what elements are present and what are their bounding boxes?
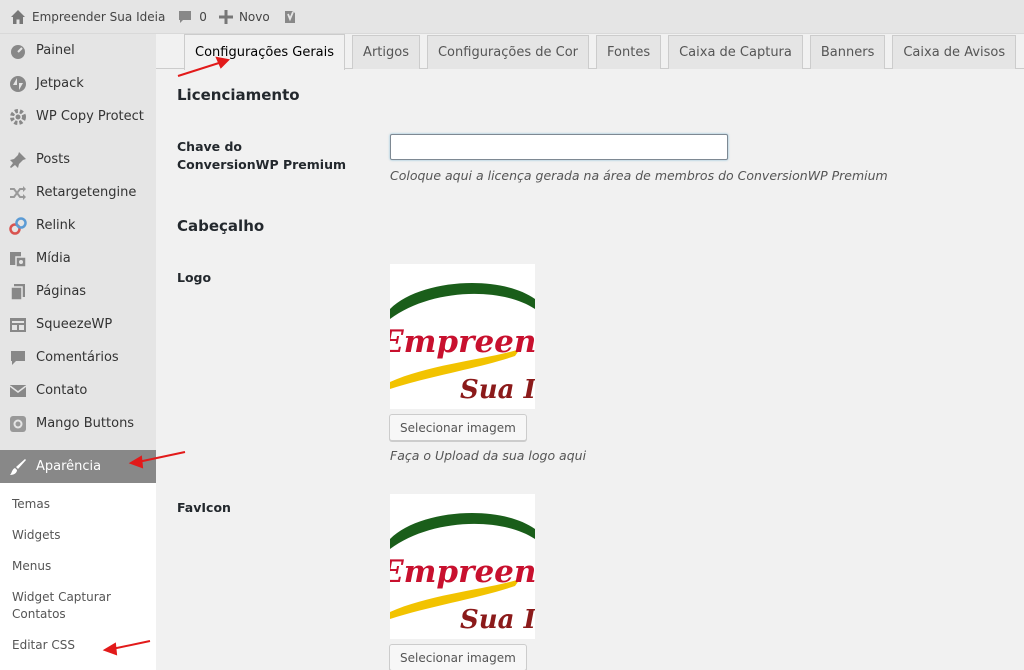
admin-bar-yoast[interactable] bbox=[276, 0, 310, 34]
menu-label: Mango Buttons bbox=[36, 416, 135, 431]
logo-preview: Empreender Sua Ideia bbox=[390, 264, 535, 409]
logo-text-secondary: Sua Ideia bbox=[460, 375, 535, 405]
gear-icon bbox=[8, 107, 28, 127]
menu-label: SqueezeWP bbox=[36, 317, 113, 332]
admin-bar: Empreender Sua Ideia 0 Novo bbox=[0, 0, 1024, 34]
select-logo-button[interactable]: Selecionar imagem bbox=[389, 414, 527, 441]
submenu-editar-css[interactable]: Editar CSS bbox=[0, 630, 156, 661]
menu-item-retargetengine[interactable]: Retargetengine bbox=[0, 176, 156, 209]
menu-label: Comentários bbox=[36, 350, 119, 365]
dashboard-icon bbox=[8, 41, 28, 61]
tab-artigos[interactable]: Artigos bbox=[352, 35, 420, 69]
admin-bar-new[interactable]: Novo bbox=[213, 0, 276, 34]
tab-caixa-de-avisos[interactable]: Caixa de Avisos bbox=[892, 35, 1017, 69]
submenu-widget-capturar-contatos[interactable]: Widget Capturar Contatos bbox=[0, 582, 156, 630]
menu-label: Painel bbox=[36, 43, 75, 58]
favicon-image: Empreender Sua Ideia bbox=[390, 512, 535, 635]
jetpack-icon bbox=[8, 74, 28, 94]
menu-label: Aparência bbox=[36, 459, 102, 474]
menu-item-mango-buttons[interactable]: Mango Buttons bbox=[0, 407, 156, 440]
tab-configuracoes-de-cor[interactable]: Configurações de Cor bbox=[426, 35, 590, 69]
plus-icon bbox=[218, 9, 233, 24]
tab-fontes[interactable]: Fontes bbox=[596, 35, 662, 69]
squeeze-icon bbox=[8, 315, 28, 335]
admin-sidebar: Painel Jetpack WP Copy Protect Posts Ret… bbox=[0, 34, 156, 670]
header-heading: Cabeçalho bbox=[177, 217, 265, 235]
mail-icon bbox=[8, 381, 28, 401]
tab-banners[interactable]: Banners bbox=[809, 35, 886, 69]
home-icon bbox=[11, 9, 25, 24]
select-favicon-button[interactable]: Selecionar imagem bbox=[389, 644, 527, 670]
menu-label: Retargetengine bbox=[36, 185, 137, 200]
submenu-menus[interactable]: Menus bbox=[0, 551, 156, 582]
appearance-submenu: Temas Widgets Menus Widget Capturar Cont… bbox=[0, 483, 156, 670]
menu-label: WP Copy Protect bbox=[36, 109, 144, 124]
site-name: Empreender Sua Ideia bbox=[32, 9, 166, 24]
logo-label: Logo bbox=[177, 270, 212, 285]
logo-description: Faça o Upload da sua logo aqui bbox=[390, 448, 587, 463]
menu-item-jetpack[interactable]: Jetpack bbox=[0, 67, 156, 100]
tab-caixa-de-captura[interactable]: Caixa de Captura bbox=[668, 35, 803, 69]
admin-bar-site[interactable]: Empreender Sua Ideia bbox=[0, 0, 171, 34]
menu-item-posts[interactable]: Posts bbox=[0, 143, 156, 176]
favicon-preview: Empreender Sua Ideia bbox=[390, 494, 535, 639]
menu-item-contato[interactable]: Contato bbox=[0, 374, 156, 407]
submenu-temas[interactable]: Temas bbox=[0, 489, 156, 520]
menu-item-relink[interactable]: Relink bbox=[0, 209, 156, 242]
menu-item-midia[interactable]: Mídia bbox=[0, 242, 156, 275]
shuffle-icon bbox=[8, 183, 28, 203]
logo-text-primary: Empreender bbox=[390, 324, 535, 360]
settings-tabs: Configurações Gerais Artigos Configuraçõ… bbox=[184, 34, 1023, 70]
pages-icon bbox=[8, 282, 28, 302]
license-key-label: Chave do ConversionWP Premium bbox=[177, 139, 347, 172]
menu-item-painel[interactable]: Painel bbox=[0, 34, 156, 67]
menu-item-comentarios[interactable]: Comentários bbox=[0, 341, 156, 374]
menu-separator bbox=[0, 133, 156, 143]
menu-label: Mídia bbox=[36, 251, 71, 266]
license-key-input[interactable] bbox=[390, 134, 728, 160]
logo-image: Empreender Sua Ideia bbox=[390, 282, 535, 405]
menu-item-wp-copy-protect[interactable]: WP Copy Protect bbox=[0, 100, 156, 133]
favicon-text-primary: Empreender bbox=[390, 554, 535, 590]
menu-label: Jetpack bbox=[36, 76, 84, 91]
comment-icon bbox=[8, 348, 28, 368]
brush-icon bbox=[8, 457, 28, 477]
licensing-heading: Licenciamento bbox=[177, 86, 300, 104]
menu-item-paginas[interactable]: Páginas bbox=[0, 275, 156, 308]
comments-count: 0 bbox=[199, 9, 207, 24]
submenu-opcoes-do-tema[interactable]: Opções do tema bbox=[0, 661, 156, 670]
submenu-widgets[interactable]: Widgets bbox=[0, 520, 156, 551]
menu-separator bbox=[0, 440, 156, 450]
comment-icon bbox=[179, 10, 192, 23]
menu-item-aparencia[interactable]: Aparência bbox=[0, 450, 156, 483]
tab-configuracoes-gerais[interactable]: Configurações Gerais bbox=[184, 34, 346, 70]
relink-icon bbox=[8, 216, 28, 236]
new-label: Novo bbox=[238, 9, 270, 24]
media-icon bbox=[8, 249, 28, 269]
menu-label: Relink bbox=[36, 218, 76, 233]
mango-icon bbox=[8, 414, 28, 434]
admin-bar-comments[interactable]: 0 bbox=[171, 0, 213, 34]
menu-label: Páginas bbox=[36, 284, 87, 299]
main-content: Configurações Gerais Artigos Configuraçõ… bbox=[156, 34, 1024, 670]
menu-label: Posts bbox=[36, 152, 70, 167]
favicon-text-secondary: Sua Ideia bbox=[460, 605, 535, 635]
menu-item-squeezewp[interactable]: SqueezeWP bbox=[0, 308, 156, 341]
pin-icon bbox=[8, 150, 28, 170]
menu-label: Contato bbox=[36, 383, 88, 398]
yoast-icon bbox=[284, 10, 295, 23]
license-key-description: Coloque aqui a licença gerada na área de… bbox=[390, 168, 888, 183]
favicon-label: FavIcon bbox=[177, 500, 231, 515]
